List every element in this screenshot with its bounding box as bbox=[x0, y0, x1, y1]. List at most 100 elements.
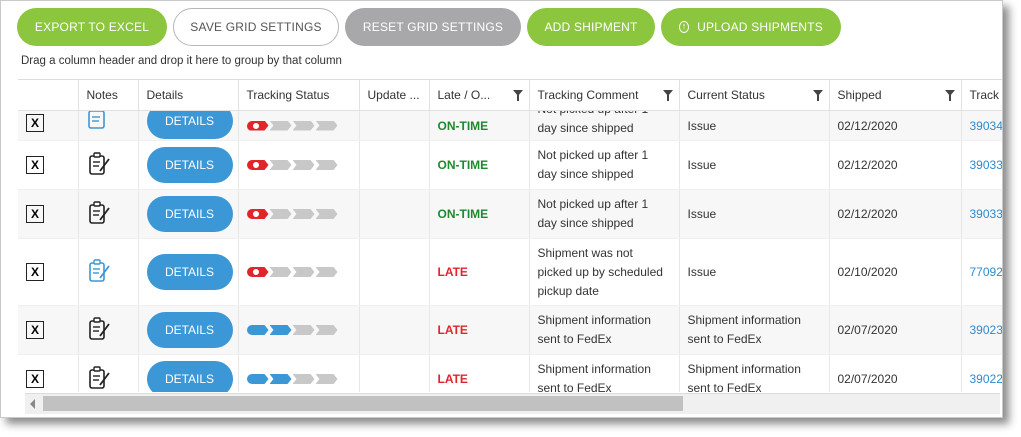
notes-cell bbox=[78, 189, 139, 239]
notes-black-icon[interactable] bbox=[87, 316, 111, 345]
details-button[interactable]: DETAILS bbox=[146, 110, 233, 139]
notes-blue-icon[interactable] bbox=[87, 110, 130, 134]
details-button[interactable]: DETAILS bbox=[146, 147, 233, 183]
column-header-late-ontime[interactable]: Late / O... bbox=[429, 80, 530, 111]
column-header-tracking-status[interactable]: Tracking Status bbox=[238, 80, 360, 111]
column-header-tracking[interactable]: Track bbox=[961, 80, 1002, 111]
notes-cell bbox=[78, 238, 139, 306]
toolbar: EXPORT TO EXCEL SAVE GRID SETTINGS RESET… bbox=[17, 7, 841, 47]
ontime-status: ON-TIME bbox=[437, 207, 489, 221]
column-header-tracking-comment[interactable]: Tracking Comment bbox=[529, 80, 680, 111]
notes-cell bbox=[78, 140, 139, 190]
tracking-cell: 39022 bbox=[961, 354, 1003, 392]
table-row: X DETAILS ON-TIME Not picked up after 1 … bbox=[18, 110, 1003, 141]
remove-checkbox[interactable]: X bbox=[26, 113, 44, 132]
table-row: X DETAILS LATE Shipment information sent… bbox=[18, 354, 1003, 393]
scrollbar-thumb[interactable] bbox=[43, 396, 683, 411]
ontime-status: ON-TIME bbox=[437, 158, 489, 172]
late-cell: LATE bbox=[429, 238, 530, 306]
remove-checkbox[interactable]: X bbox=[26, 205, 44, 223]
current-status-cell: Shipment information sent to FedEx bbox=[679, 354, 830, 392]
select-cell: X bbox=[18, 140, 79, 190]
notes-black-icon[interactable] bbox=[87, 365, 111, 393]
comment-cell: Not picked up after 1 day since shipped bbox=[529, 140, 680, 190]
progress-tracker bbox=[246, 267, 351, 277]
filter-icon[interactable] bbox=[944, 90, 955, 101]
notes-blue-icon[interactable] bbox=[87, 258, 111, 287]
exception-alert-icon bbox=[252, 269, 259, 275]
current-status: Issue bbox=[687, 118, 717, 133]
filter-icon[interactable] bbox=[812, 90, 823, 101]
shipments-grid: Notes Details Tracking Status Update ...… bbox=[18, 79, 1002, 392]
remove-checkbox[interactable]: X bbox=[26, 263, 44, 281]
column-header-notes[interactable]: Notes bbox=[78, 80, 139, 111]
column-header-shipped[interactable]: Shipped bbox=[829, 80, 962, 111]
add-shipment-button[interactable]: ADD SHIPMENT bbox=[527, 8, 655, 46]
tracking-status-cell bbox=[238, 305, 360, 355]
column-header-label: Current Status bbox=[687, 88, 765, 102]
notes-black-icon[interactable] bbox=[87, 151, 111, 180]
tracking-number-link[interactable]: 39033 bbox=[970, 207, 1003, 221]
tracking-number-link[interactable]: 39022 bbox=[970, 372, 1003, 386]
tracking-number-link[interactable]: 39034 bbox=[970, 119, 1003, 133]
current-status-cell: Issue bbox=[679, 140, 830, 190]
tracking-number-link[interactable]: 39033 bbox=[970, 158, 1003, 172]
tracking-number-link[interactable]: 39023 bbox=[970, 323, 1003, 337]
column-header-current-status[interactable]: Current Status bbox=[679, 80, 830, 111]
column-header-label: Late / O... bbox=[437, 88, 491, 102]
late-cell: ON-TIME bbox=[429, 140, 530, 190]
exception-alert-icon bbox=[252, 122, 259, 129]
late-cell: LATE bbox=[429, 354, 530, 392]
upload-shipments-button[interactable]: ↑ UPLOAD SHIPMENTS bbox=[661, 8, 841, 46]
select-cell: X bbox=[18, 354, 79, 392]
scroll-left-arrow-icon[interactable] bbox=[30, 399, 35, 409]
filter-icon[interactable] bbox=[512, 90, 523, 101]
notes-cell bbox=[78, 110, 139, 141]
current-status: Shipment information sent to FedEx bbox=[687, 362, 801, 392]
save-grid-settings-button[interactable]: SAVE GRID SETTINGS bbox=[173, 8, 339, 46]
select-cell: X bbox=[18, 238, 79, 306]
late-cell: LATE bbox=[429, 305, 530, 355]
shipped-date: 02/07/2020 bbox=[837, 323, 898, 337]
details-cell: DETAILS bbox=[138, 238, 239, 306]
shipped-date: 02/10/2020 bbox=[837, 265, 898, 279]
column-header-label: Tracking Comment bbox=[537, 88, 639, 102]
export-to-excel-button[interactable]: EXPORT TO EXCEL bbox=[17, 8, 167, 46]
exception-alert-icon bbox=[252, 162, 259, 168]
details-button[interactable]: DETAILS bbox=[146, 196, 233, 232]
tracking-cell: 39023 bbox=[961, 305, 1003, 355]
tracking-status-cell bbox=[238, 238, 360, 306]
tracking-cell: 77092 bbox=[961, 238, 1003, 306]
remove-checkbox[interactable]: X bbox=[26, 370, 44, 388]
update-cell bbox=[359, 305, 430, 355]
tracking-status-cell bbox=[238, 140, 360, 190]
group-by-drop-zone[interactable]: Drag a column header and drop it here to… bbox=[21, 55, 342, 67]
reset-grid-settings-button[interactable]: RESET GRID SETTINGS bbox=[345, 8, 521, 46]
upload-shipments-label: UPLOAD SHIPMENTS bbox=[697, 20, 823, 34]
select-column-header[interactable] bbox=[18, 80, 79, 111]
details-button[interactable]: DETAILS bbox=[146, 361, 233, 392]
filter-icon[interactable] bbox=[662, 90, 673, 101]
horizontal-scrollbar[interactable] bbox=[25, 393, 1000, 414]
shipped-cell: 02/12/2020 bbox=[829, 189, 962, 239]
notes-black-icon[interactable] bbox=[87, 200, 111, 229]
late-status: LATE bbox=[437, 265, 468, 279]
notes-cell bbox=[78, 354, 139, 393]
column-header-label: Shipped bbox=[837, 88, 882, 102]
progress-tracker bbox=[246, 209, 351, 219]
column-header-label: Details bbox=[146, 88, 184, 102]
late-cell: ON-TIME bbox=[429, 189, 530, 239]
tracking-number-link[interactable]: 77092 bbox=[970, 265, 1003, 279]
column-header-update[interactable]: Update ... bbox=[359, 80, 430, 111]
notes-cell bbox=[78, 305, 139, 355]
shipped-cell: 02/07/2020 bbox=[829, 305, 962, 355]
tracking-status-cell bbox=[238, 110, 360, 141]
remove-checkbox[interactable]: X bbox=[26, 156, 44, 174]
column-header-details[interactable]: Details bbox=[138, 80, 239, 111]
details-button[interactable]: DETAILS bbox=[146, 312, 233, 348]
details-button[interactable]: DETAILS bbox=[146, 254, 233, 290]
remove-checkbox[interactable]: X bbox=[26, 321, 44, 339]
progress-tracker bbox=[246, 120, 351, 131]
select-cell: X bbox=[18, 189, 79, 239]
details-cell: DETAILS bbox=[138, 140, 239, 190]
